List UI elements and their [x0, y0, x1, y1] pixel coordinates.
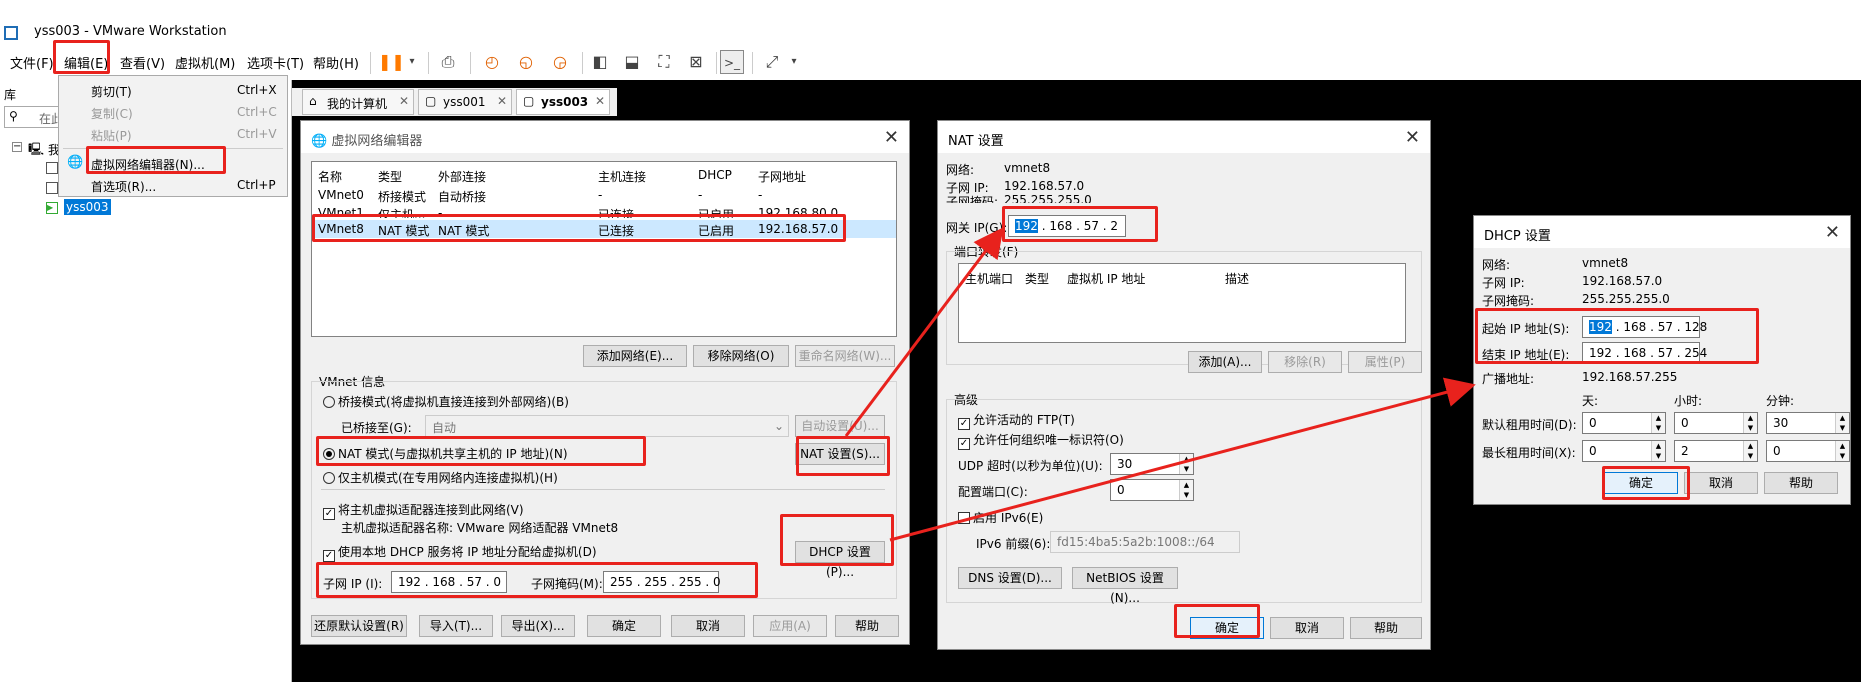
annotation-arrows — [844, 227, 1476, 542]
arrow-to-dhcp — [889, 377, 1476, 542]
arrow-to-nat — [844, 227, 1004, 437]
